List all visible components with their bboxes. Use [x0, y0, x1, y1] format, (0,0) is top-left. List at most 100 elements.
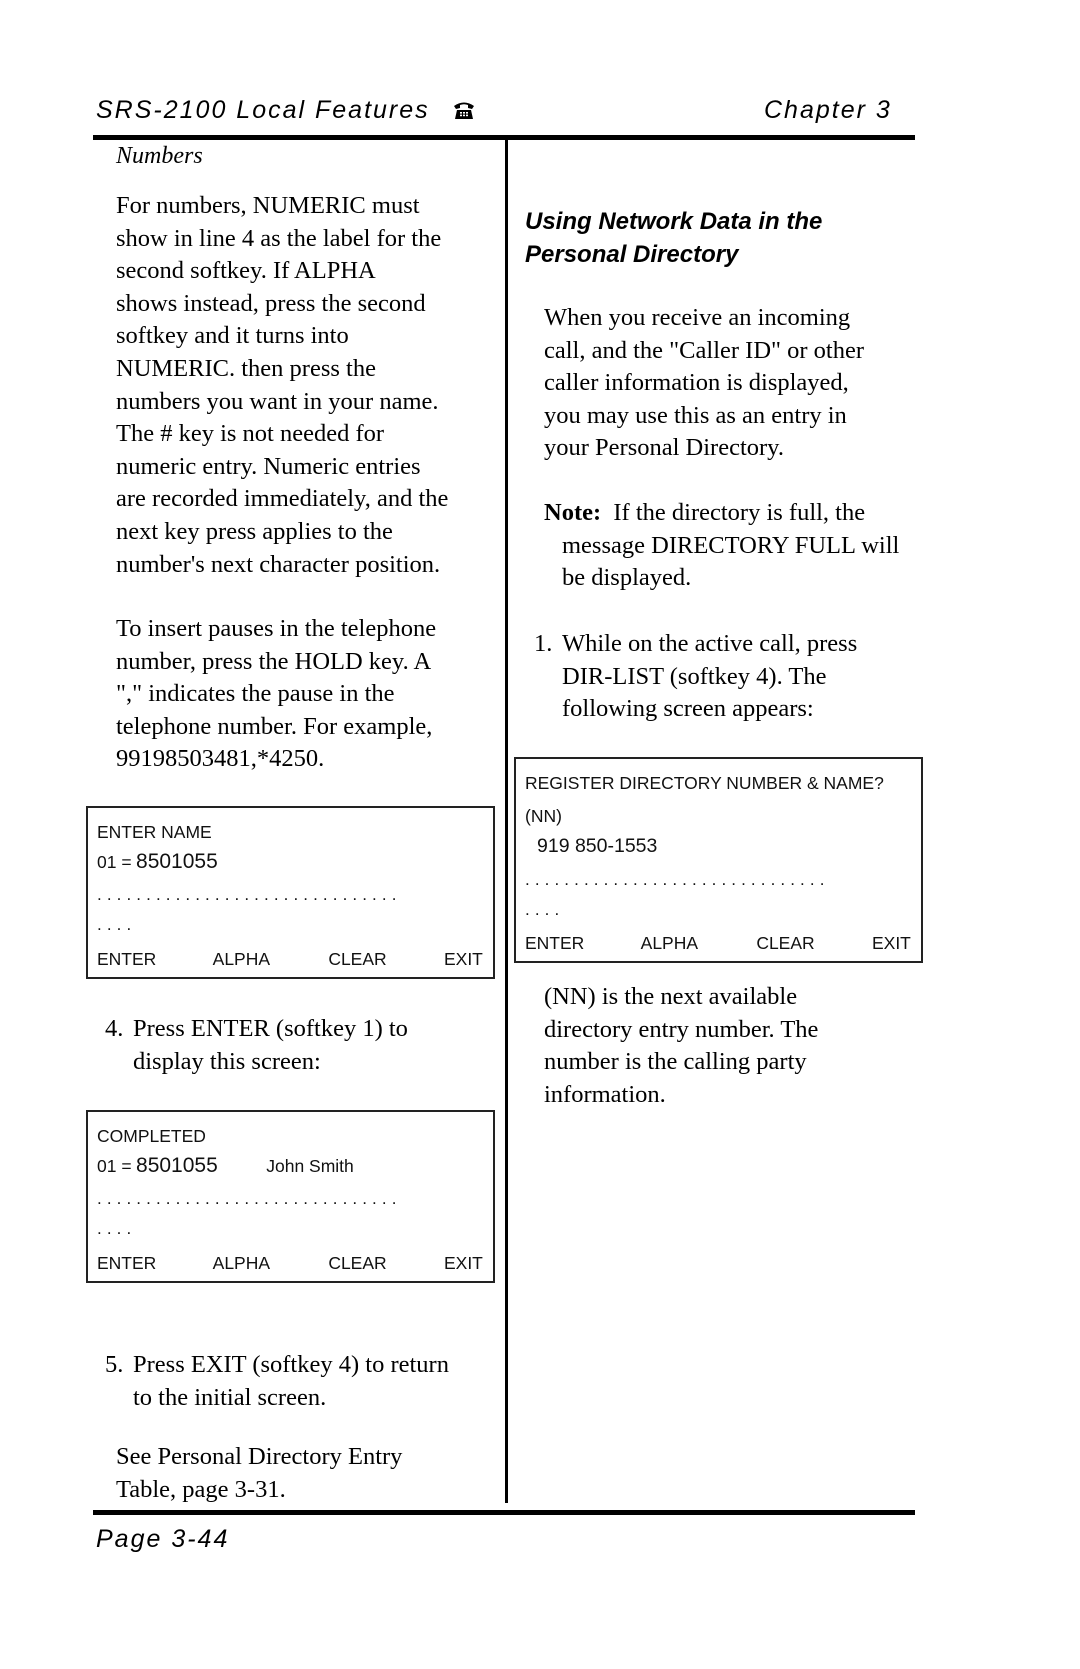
- section-heading: Using Network Data in the Personal Direc…: [525, 205, 822, 271]
- softkey-exit: EXIT: [443, 1253, 483, 1273]
- paragraph-line: numbers you want in your name.: [116, 387, 439, 415]
- step-1: 1. While on the active call, press DIR-L…: [534, 628, 924, 728]
- softkey-clear: CLEAR: [756, 933, 815, 953]
- softkey-labels: ENTER ALPHA CLEAR EXIT: [525, 933, 912, 954]
- step-line: to the initial screen.: [133, 1383, 327, 1411]
- step-line: display this screen:: [133, 1047, 321, 1075]
- softkey-alpha: ALPHA: [212, 1253, 271, 1273]
- pauses-paragraph: To insert pauses in the telephone number…: [116, 613, 436, 776]
- paragraph-line: For numbers, NUMERIC must: [116, 192, 420, 219]
- step-text: Press EXIT (softkey 4) to return to the …: [133, 1349, 449, 1414]
- subhead-numbers: Numbers: [116, 143, 203, 169]
- step-line: Press EXIT (softkey 4) to return: [133, 1351, 449, 1378]
- note-line: be displayed.: [562, 564, 692, 592]
- paragraph-line: information.: [544, 1080, 666, 1108]
- step-text: While on the active call, press DIR-LIST…: [562, 628, 857, 726]
- paragraph-line: your Personal Directory.: [544, 434, 784, 462]
- entry-index: 01 =: [97, 852, 132, 872]
- caller-number: 919 850-1553: [537, 835, 658, 857]
- softkey-clear: CLEAR: [328, 949, 387, 969]
- column-divider: [505, 138, 508, 1503]
- step-5: 5. Press EXIT (softkey 4) to return to t…: [105, 1349, 505, 1415]
- step-line: following screen appears:: [562, 695, 814, 723]
- header-title-text: SRS-2100 Local Features: [96, 96, 430, 124]
- reference-line: See Personal Directory Entry: [116, 1443, 403, 1470]
- paragraph-line: call, and the "Caller ID" or other: [544, 336, 865, 364]
- softkey-alpha: ALPHA: [212, 949, 271, 969]
- heading-line: Using Network Data in the: [525, 208, 823, 235]
- paragraph-line: (NN) is the next available: [544, 983, 798, 1010]
- entry-name: John Smith: [266, 1156, 354, 1176]
- softkey-enter: ENTER: [525, 933, 585, 953]
- entry-number: 8501055: [136, 850, 218, 873]
- telephone-icon: [453, 98, 475, 127]
- dots-line: ...............................: [525, 870, 830, 889]
- step-4: 4. Press ENTER (softkey 1) to display th…: [105, 1013, 495, 1079]
- note-line: message DIRECTORY FULL will: [562, 531, 900, 559]
- paragraph-line: The # key is not needed for: [116, 420, 385, 448]
- dots-line: ....: [525, 900, 565, 919]
- nn-explanation: (NN) is the next available directory ent…: [544, 981, 818, 1111]
- note-block: Note: If the directory is full, the mess…: [544, 497, 924, 595]
- dots-line: ...............................: [97, 1189, 402, 1208]
- softkey-labels: ENTER ALPHA CLEAR EXIT: [97, 949, 484, 970]
- chapter-label: Chapter 3: [764, 96, 892, 124]
- softkey-alpha: ALPHA: [640, 933, 699, 953]
- paragraph-line: When you receive an incoming: [544, 304, 851, 331]
- numbers-paragraph: For numbers, NUMERIC must show in line 4…: [116, 190, 448, 581]
- step-line: DIR-LIST (softkey 4). The: [562, 662, 827, 690]
- softkey-exit: EXIT: [443, 949, 483, 969]
- screen-title: ENTER NAME: [97, 822, 212, 842]
- step-line: While on the active call, press: [562, 630, 858, 657]
- dots-line: ....: [97, 1219, 137, 1238]
- paragraph-line: softkey and it turns into: [116, 322, 349, 350]
- dots-line: ....: [97, 915, 137, 934]
- screen-title: REGISTER DIRECTORY NUMBER & NAME?: [525, 773, 884, 793]
- paragraph-line: 99198503481,*4250.: [116, 745, 325, 773]
- header-rule: [93, 135, 915, 140]
- page-number: Page 3-44: [96, 1525, 230, 1553]
- step-text: Press ENTER (softkey 1) to display this …: [133, 1013, 408, 1078]
- entry-index: 01 =: [97, 1156, 132, 1176]
- softkey-enter: ENTER: [97, 1253, 157, 1273]
- paragraph-line: second softkey. If ALPHA: [116, 257, 376, 285]
- screen-entry-index: (NN): [525, 806, 562, 826]
- running-header-title: SRS-2100 Local Features: [96, 96, 475, 127]
- see-also-reference: See Personal Directory Entry Table, page…: [116, 1441, 402, 1506]
- screen-entry-line: 01 = 8501055 John Smith: [97, 1154, 354, 1178]
- screen-entry-line: 01 = 8501055: [97, 850, 218, 874]
- dots-line: ...............................: [97, 885, 402, 904]
- paragraph-line: telephone number. For example,: [116, 712, 433, 740]
- paragraph-line: NUMERIC. then press the: [116, 354, 376, 382]
- display-screen-register-directory: REGISTER DIRECTORY NUMBER & NAME? (NN) 9…: [514, 757, 923, 963]
- note-first-line: Note: If the directory is full, the: [544, 497, 924, 530]
- reference-line: Table, page 3-31.: [116, 1475, 286, 1503]
- softkey-clear: CLEAR: [328, 1253, 387, 1273]
- paragraph-line: are recorded immediately, and the: [116, 485, 449, 513]
- paragraph-line: next key press applies to the: [116, 517, 393, 545]
- step-number: 4.: [105, 1015, 124, 1042]
- paragraph-line: show in line 4 as the label for the: [116, 224, 442, 252]
- intro-paragraph: When you receive an incoming call, and t…: [544, 302, 864, 465]
- softkey-exit: EXIT: [871, 933, 911, 953]
- paragraph-line: number is the calling party: [544, 1048, 807, 1076]
- heading-line: Personal Directory: [525, 241, 739, 268]
- note-label: Note:: [544, 499, 602, 526]
- footer-rule: [93, 1510, 915, 1515]
- screen-title: COMPLETED: [97, 1126, 206, 1146]
- step-line: Press ENTER (softkey 1) to: [133, 1015, 408, 1042]
- paragraph-line: caller information is displayed,: [544, 369, 849, 397]
- note-line: If the directory is full, the: [613, 499, 866, 526]
- paragraph-line: "," indicates the pause in the: [116, 680, 395, 708]
- paragraph-line: number's next character position.: [116, 550, 441, 578]
- paragraph-line: directory entry number. The: [544, 1015, 819, 1043]
- paragraph-line: To insert pauses in the telephone: [116, 615, 437, 642]
- softkey-labels: ENTER ALPHA CLEAR EXIT: [97, 1253, 484, 1274]
- paragraph-line: you may use this as an entry in: [544, 401, 847, 429]
- step-number: 1.: [534, 630, 553, 657]
- softkey-enter: ENTER: [97, 949, 157, 969]
- entry-number: 8501055: [136, 1154, 218, 1177]
- paragraph-line: number, press the HOLD key. A: [116, 647, 432, 675]
- display-screen-enter-name: ENTER NAME 01 = 8501055 ................…: [86, 806, 495, 979]
- display-screen-completed: COMPLETED 01 = 8501055 John Smith ......…: [86, 1110, 495, 1283]
